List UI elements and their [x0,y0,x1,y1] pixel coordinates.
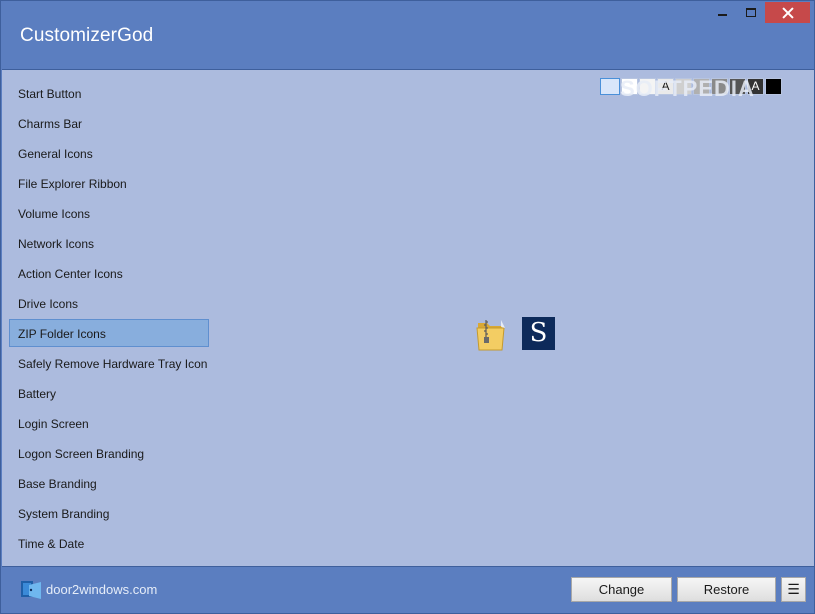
watermark: SOFTPEDIA [620,76,755,101]
nav-item[interactable]: Base Branding [9,469,209,497]
category-list: Start Button Charms Bar General Icons File … [9,79,209,559]
nav-item[interactable]: General Icons [9,139,209,167]
minimize-icon [717,14,727,16]
title-bar[interactable]: CustomizerGod [1,1,814,69]
minimize-button[interactable] [707,2,737,23]
main-content: Start Button Charms Bar General Icons File … [2,69,814,566]
nav-item[interactable]: Action Center Icons [9,259,209,287]
nav-item[interactable]: Safely Remove Hardware Tray Icon [9,349,209,377]
nav-item[interactable]: Volume Icons [9,199,209,227]
maximize-button[interactable] [737,2,765,23]
color-swatch[interactable] [765,78,782,95]
nav-item[interactable]: File Explorer Ribbon [9,169,209,197]
nav-item[interactable]: Logon Screen Branding [9,439,209,467]
nav-item[interactable]: Battery [9,379,209,407]
website-link[interactable]: door2windows.com [46,582,157,597]
nav-item[interactable]: ZIP Folder Icons [9,319,209,347]
close-button[interactable] [765,2,810,23]
nav-item[interactable]: Start Button [9,79,209,107]
close-icon [782,7,794,19]
zip-folder-icon[interactable] [475,318,507,352]
maximize-icon [746,8,756,17]
nav-item[interactable]: Drive Icons [9,289,209,317]
nav-item[interactable]: Charms Bar [9,109,209,137]
restore-button[interactable]: Restore [677,577,776,602]
s-logo-icon[interactable]: S [522,317,555,350]
color-swatch[interactable] [600,78,620,95]
footer-bar: door2windows.com Change Restore ☰ [2,566,814,613]
nav-item[interactable]: System Branding [9,499,209,527]
nav-item[interactable]: Time & Date [9,529,209,557]
app-title: CustomizerGod [20,25,154,46]
app-window: CustomizerGod Start Button Charms Bar Gene… [0,0,815,614]
change-button[interactable]: Change [571,577,672,602]
menu-button[interactable]: ☰ [781,577,806,602]
nav-item[interactable]: Login Screen [9,409,209,437]
door2windows-logo-icon [21,581,41,599]
nav-item[interactable]: Network Icons [9,229,209,257]
